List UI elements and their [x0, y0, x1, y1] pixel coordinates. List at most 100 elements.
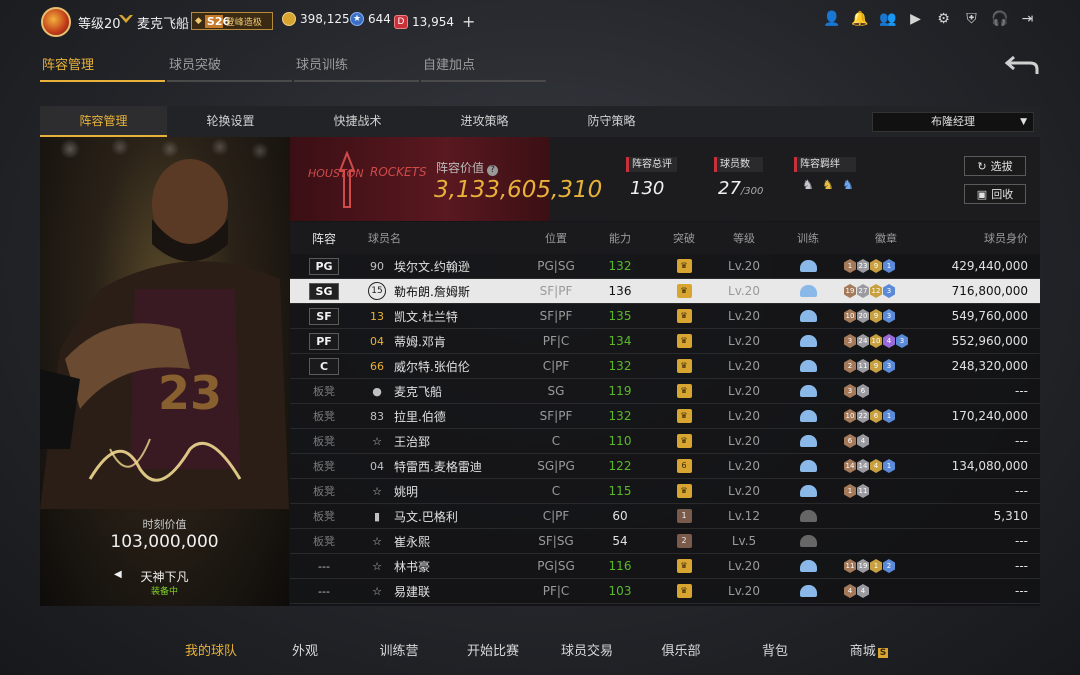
badges-cell[interactable]: 10 22 6 1	[842, 409, 928, 423]
subtab-quick-tactics[interactable]: 快捷战术	[294, 106, 421, 137]
headset-icon[interactable]: 🎧	[991, 11, 1008, 28]
breakthrough-cell[interactable]: ♛	[654, 259, 714, 273]
training-cell[interactable]	[774, 585, 842, 597]
col-breakthrough[interactable]: 突破	[654, 230, 714, 246]
lineup-slot-label[interactable]: 板凳	[313, 485, 335, 498]
exit-icon[interactable]: ⇥	[1019, 11, 1036, 28]
player-name-cell[interactable]: ▮ 马文.巴格利	[358, 508, 526, 525]
nav-my-team[interactable]: 我的球队	[166, 640, 256, 675]
help-icon[interactable]: ?	[487, 165, 499, 176]
nav-start-game[interactable]: 开始比赛	[448, 640, 538, 675]
breakthrough-cell[interactable]: 6	[654, 459, 714, 473]
col-badges[interactable]: 徽章	[842, 230, 928, 246]
badges-cell[interactable]: 1 23 9 1	[842, 259, 928, 273]
player-name-cell[interactable]: 04 特雷西.麦格雷迪	[358, 458, 526, 475]
player-name-cell[interactable]: 66 威尔特.张伯伦	[358, 358, 526, 375]
back-arrow-icon[interactable]	[1004, 53, 1040, 77]
table-row[interactable]: PG 90 埃尔文.约翰逊 PG|SG 132 ♛ Lv.20 1 23 9 1 429,440,00…	[290, 254, 1040, 279]
table-row[interactable]: 板凳 83 拉里.伯德 SF|PF 132 ♛ Lv.20 10 22 6 1 170,240,000	[290, 404, 1040, 429]
bond-icon-group[interactable]: ♞ ♞ ♞	[794, 178, 856, 194]
training-cell[interactable]	[774, 485, 842, 497]
table-row[interactable]: 板凳 ☆ 崔永熙 SF|SG 54 2 Lv.5 ---	[290, 529, 1040, 554]
player-card[interactable]: 23 时刻价值 103,000,000 ◀ 天神下凡 装备中	[40, 137, 289, 606]
badges-cell[interactable]: 64	[842, 434, 928, 448]
badges-cell[interactable]: 3 24 10 4 3	[842, 334, 928, 348]
table-row[interactable]: PF 04 蒂姆.邓肯 PF|C 134 ♛ Lv.20 3 24 10 4 3 552,960,000	[290, 329, 1040, 354]
badges-cell[interactable]: 44	[842, 584, 928, 598]
badges-cell[interactable]: 36	[842, 384, 928, 398]
tab-player-training[interactable]: 球员训练	[294, 54, 419, 82]
profile-icon[interactable]: 👤	[823, 11, 840, 28]
breakthrough-cell[interactable]: 1	[654, 509, 714, 523]
pick-player-button[interactable]: ↻ 选拔	[964, 156, 1026, 176]
subtab-defense[interactable]: 防守策略	[548, 106, 675, 137]
table-row[interactable]: C 66 威尔特.张伯伦 C|PF 132 ♛ Lv.20 2 11 9 3 248,320,000	[290, 354, 1040, 379]
add-currency-button[interactable]: +	[462, 12, 475, 31]
player-name-cell[interactable]: ☆ 林书豪	[358, 558, 526, 575]
tab-player-breakthrough[interactable]: 球员突破	[167, 54, 292, 82]
breakthrough-cell[interactable]: 2	[654, 534, 714, 548]
nav-player-trade[interactable]: 球员交易	[542, 640, 632, 675]
nav-appearance[interactable]: 外观	[260, 640, 350, 675]
player-name-cell[interactable]: ☆ 易建联	[358, 583, 526, 600]
lineup-slot-label[interactable]: 板凳	[313, 435, 335, 448]
col-lineup[interactable]: 阵容	[290, 230, 358, 247]
lineup-slot-badge[interactable]: C	[309, 357, 339, 375]
lineup-slot-label[interactable]: ---	[318, 585, 330, 598]
lineup-slot-label[interactable]: 板凳	[313, 385, 335, 398]
notification-bell-icon[interactable]: 🔔	[851, 11, 868, 28]
col-training[interactable]: 训练	[774, 230, 842, 246]
badges-cell[interactable]: 14 14 4 1	[842, 459, 928, 473]
player-name-cell[interactable]: ☆ 姚明	[358, 483, 526, 500]
player-name-cell[interactable]: ☆ 崔永熙	[358, 533, 526, 550]
table-row[interactable]: --- ☆ 林书豪 PG|SG 116 ♛ Lv.20 11 19 1 2 ---	[290, 554, 1040, 579]
table-row[interactable]: 板凳 ▮ 马文.巴格利 C|PF 60 1 Lv.12 5,310	[290, 504, 1040, 529]
badges-cell[interactable]: 2 11 9 3	[842, 359, 928, 373]
breakthrough-cell[interactable]: ♛	[654, 434, 714, 448]
col-ability[interactable]: 能力	[586, 230, 654, 246]
shield-icon[interactable]: ⛨	[963, 11, 980, 28]
recycle-button[interactable]: ▣ 回收	[964, 184, 1026, 204]
lineup-slot-label[interactable]: 板凳	[313, 510, 335, 523]
lineup-slot-label[interactable]: 板凳	[313, 535, 335, 548]
video-play-icon[interactable]: ▶	[907, 11, 924, 28]
table-row[interactable]: 板凳 ● 麦克飞船 SG 119 ♛ Lv.20 3 6 ---	[290, 379, 1040, 404]
breakthrough-cell[interactable]: ♛	[654, 484, 714, 498]
nav-backpack[interactable]: 背包	[730, 640, 820, 675]
subtab-lineup[interactable]: 阵容管理	[40, 106, 167, 137]
settings-gear-icon[interactable]: ⚙	[935, 11, 952, 28]
training-cell[interactable]	[774, 385, 842, 397]
player-name-cell[interactable]: 83 拉里.伯德	[358, 408, 526, 425]
badges-cell[interactable]: 19 27 12 3	[842, 284, 928, 298]
badges-cell[interactable]: 11 19 1 2	[842, 559, 928, 573]
col-position[interactable]: 位置	[526, 230, 586, 246]
col-player-name[interactable]: 球员名	[358, 230, 526, 246]
badges-cell[interactable]: 10 20 9 3	[842, 309, 928, 323]
breakthrough-cell[interactable]: ♛	[654, 334, 714, 348]
breakthrough-cell[interactable]: ♛	[654, 559, 714, 573]
training-cell[interactable]	[774, 285, 842, 297]
bond-blue-icon[interactable]: ♞	[840, 178, 856, 194]
bond-silver-icon[interactable]: ♞	[800, 178, 816, 194]
player-name-cell[interactable]: 13 凯文.杜兰特	[358, 308, 526, 325]
badges-cell[interactable]: 1 11	[842, 484, 928, 498]
table-row[interactable]: SF 13 凯文.杜兰特 SF|PF 135 ♛ Lv.20 10 20 9 3 549,760,00…	[290, 304, 1040, 329]
subtab-rotation[interactable]: 轮换设置	[167, 106, 294, 137]
friends-icon[interactable]: 👥	[879, 11, 896, 28]
breakthrough-cell[interactable]: ♛	[654, 309, 714, 323]
breakthrough-cell[interactable]: ♛	[654, 384, 714, 398]
table-row[interactable]: 板凳 ☆ 王治郅 C 110 ♛ Lv.20 6 4 ---	[290, 429, 1040, 454]
training-cell[interactable]	[774, 410, 842, 422]
tab-lineup-management[interactable]: 阵容管理	[40, 54, 165, 82]
prev-card-arrow-icon[interactable]: ◀	[114, 569, 122, 580]
training-cell[interactable]	[774, 510, 842, 522]
table-row[interactable]: --- ☆ 易建联 PF|C 103 ♛ Lv.20 4 4 ---	[290, 579, 1040, 604]
table-row[interactable]: 板凳 ☆ 姚明 C 115 ♛ Lv.20 1 11 ---	[290, 479, 1040, 504]
season-badge[interactable]: ◆ S26 登峰造极	[191, 12, 273, 30]
training-cell[interactable]	[774, 360, 842, 372]
breakthrough-cell[interactable]: ♛	[654, 584, 714, 598]
training-cell[interactable]	[774, 435, 842, 447]
breakthrough-cell[interactable]: ♛	[654, 284, 714, 298]
table-row[interactable]: 板凳 04 特雷西.麦格雷迪 SG|PG 122 6 Lv.20 14 14 4 1 134,080,…	[290, 454, 1040, 479]
bond-gold-icon[interactable]: ♞	[820, 178, 836, 194]
